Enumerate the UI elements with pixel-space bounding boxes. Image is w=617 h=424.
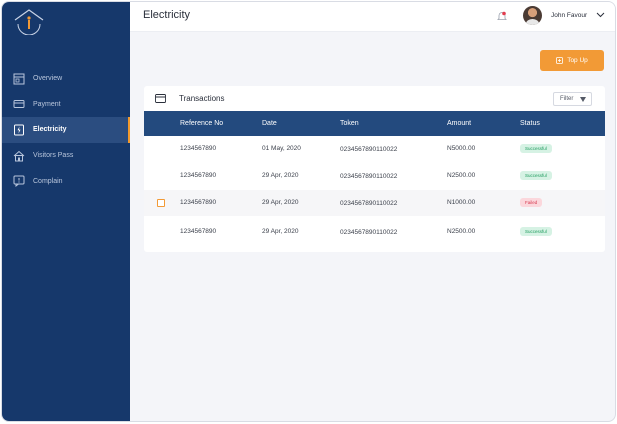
sidebar-item-electricity[interactable]: Electricity [2,117,130,143]
electricity-icon [13,124,25,136]
date-cell: 29 Apr, 2020 [262,172,299,179]
user-name[interactable]: John Favour [551,12,587,19]
sidebar-item-overview[interactable]: Overview [2,66,130,92]
transactions-header: Transactions Filter [144,86,605,111]
table-row[interactable]: 1234567890 01 May, 2020 0234567890110022… [144,136,605,162]
app-window: Overview Payment Electricity Visitors Pa… [1,1,616,422]
amount-cell: N1000.00 [447,199,476,206]
status-badge: Successful [520,227,552,236]
column-header-date[interactable]: Date [262,120,277,127]
overview-icon [13,73,25,85]
chevron-down-icon[interactable] [596,10,605,19]
date-cell: 29 Apr, 2020 [262,228,299,235]
date-cell: 29 Apr, 2020 [262,199,299,206]
sidebar-nav: Overview Payment Electricity Visitors Pa… [2,66,130,194]
house-logo-icon [14,9,44,35]
status-badge: Successful [520,171,552,180]
top-up-icon [556,57,564,64]
top-up-button[interactable]: Top Up [540,50,604,71]
sidebar-item-label: Overview [33,75,63,83]
reference-cell: 1234567890 [180,172,217,179]
sidebar-item-label: Complain [33,177,63,185]
column-header-amount[interactable]: Amount [447,120,471,127]
token-cell: 0234567890110022 [340,173,398,180]
top-up-label: Top Up [567,57,588,64]
sidebar-item-label: Electricity [33,126,67,134]
table-row[interactable]: 1234567890 29 Apr, 2020 0234567890110022… [144,163,605,189]
table-row[interactable]: 1234567890 29 Apr, 2020 0234567890110022… [144,219,605,245]
status-badge: Successful [520,144,552,153]
column-header-status[interactable]: Status [520,120,540,127]
table-header: Reference No Date Token Amount Status [144,111,605,136]
reference-cell: 1234567890 [180,228,217,235]
complain-icon [13,175,25,188]
avatar[interactable] [523,6,542,25]
column-header-reference[interactable]: Reference No [180,120,223,127]
sidebar-item-visitors-pass[interactable]: Visitors Pass [2,143,130,169]
sidebar-item-label: Visitors Pass [33,152,74,160]
transactions-card: Transactions Filter Reference No Date To… [144,86,605,252]
sidebar: Overview Payment Electricity Visitors Pa… [2,2,130,421]
token-cell: 0234567890110022 [340,200,398,207]
house-icon [13,150,25,162]
amount-cell: N5000.00 [447,145,476,152]
amount-cell: N2500.00 [447,228,476,235]
top-bar: Electricity John Favour [130,2,615,32]
sidebar-item-complain[interactable]: Complain [2,168,130,194]
filter-dropdown[interactable]: Filter [553,92,592,106]
card-icon [13,98,25,110]
status-badge: Failed [520,198,543,207]
filter-label: Filter [560,96,574,102]
sidebar-item-label: Payment [33,100,61,108]
notification-bell-icon[interactable] [496,10,508,22]
sidebar-item-payment[interactable]: Payment [2,92,130,118]
reference-cell: 1234567890 [180,199,217,206]
table-row[interactable]: 1234567890 29 Apr, 2020 0234567890110022… [144,190,605,216]
page-title: Electricity [143,9,191,21]
column-header-token[interactable]: Token [340,120,359,127]
caret-down-icon [580,97,586,102]
token-cell: 0234567890110022 [340,146,398,153]
date-cell: 01 May, 2020 [262,145,301,152]
amount-cell: N2500.00 [447,172,476,179]
reference-cell: 1234567890 [180,145,217,152]
row-checkbox[interactable] [157,199,165,207]
token-cell: 0234567890110022 [340,229,398,236]
card-icon [155,94,166,103]
transactions-title: Transactions [179,94,225,103]
